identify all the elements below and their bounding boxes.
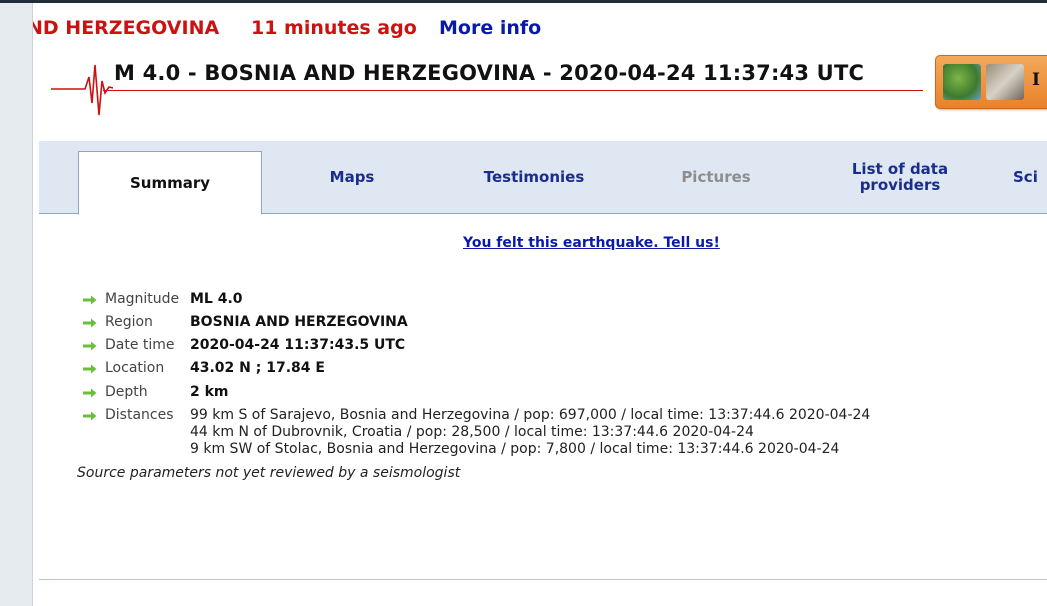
region-value: BOSNIA AND HERZEGOVINA <box>190 314 408 330</box>
magnitude-value: ML 4.0 <box>190 291 243 307</box>
green-arrow-icon <box>83 318 97 328</box>
tab-testimonies[interactable]: Testimonies <box>443 141 625 213</box>
detail-label: Distances <box>105 407 174 423</box>
content-divider <box>39 579 1047 580</box>
title-underline <box>103 90 923 91</box>
location-value: 43.02 N ; 17.84 E <box>190 360 325 376</box>
detail-label: Magnitude <box>105 291 180 307</box>
detail-label: Date time <box>105 337 175 353</box>
tab-sci[interactable]: Sci <box>1013 141 1047 213</box>
promo-banner[interactable]: I <box>935 55 1047 109</box>
distances-list: 99 km S of Sarajevo, Bosnia and Herzegov… <box>190 407 870 458</box>
headline-time-ago: 11 minutes ago <box>251 17 417 39</box>
photo-thumbnail-icon <box>986 64 1024 100</box>
distance-line: 9 km SW of Stolac, Bosnia and Herzegovin… <box>190 441 840 457</box>
detail-label: Depth <box>105 384 148 400</box>
datetime-value: 2020-04-24 11:37:43.5 UTC <box>190 337 406 353</box>
quake-page: ND HERZEGOVINA 11 minutes ago More info … <box>32 3 1047 606</box>
distance-line: 99 km S of Sarajevo, Bosnia and Herzegov… <box>190 407 871 423</box>
headline-region: ND HERZEGOVINA <box>32 17 220 39</box>
detail-label: Location <box>105 360 165 376</box>
map-thumbnail-icon <box>943 64 981 100</box>
depth-value: 2 km <box>190 384 229 400</box>
green-arrow-icon <box>83 341 97 351</box>
distance-line: 44 km N of Dubrovnik, Croatia / pop: 28,… <box>190 424 754 440</box>
green-arrow-icon <box>83 411 97 421</box>
tab-pictures[interactable]: Pictures <box>625 141 807 213</box>
review-note: Source parameters not yet reviewed by a … <box>77 465 461 481</box>
green-arrow-icon <box>83 388 97 398</box>
promo-text: I <box>1032 70 1040 90</box>
tab-summary[interactable]: Summary <box>78 151 262 215</box>
felt-earthquake-link[interactable]: You felt this earthquake. Tell us! <box>463 235 720 251</box>
tab-data-providers[interactable]: List of data providers <box>815 141 985 213</box>
tab-maps[interactable]: Maps <box>261 141 443 213</box>
detail-label: Region <box>105 314 153 330</box>
green-arrow-icon <box>83 295 97 305</box>
green-arrow-icon <box>83 364 97 374</box>
event-title: M 4.0 - BOSNIA AND HERZEGOVINA - 2020-04… <box>114 61 865 85</box>
tab-bar: Summary Maps Testimonies Pictures List o… <box>39 141 1047 215</box>
more-info-link[interactable]: More info <box>439 17 541 39</box>
